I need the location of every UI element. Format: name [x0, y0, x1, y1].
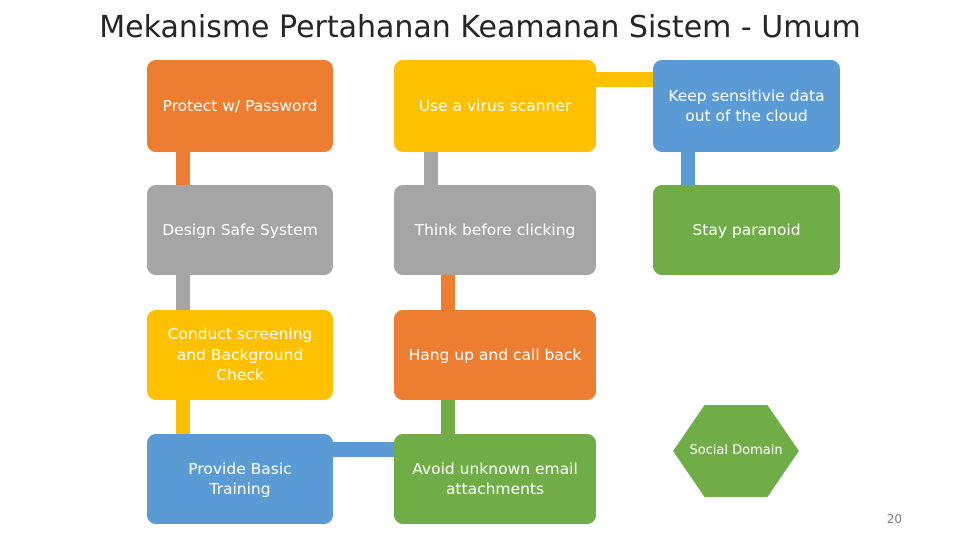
flowchart-node-label: Think before clicking	[414, 220, 576, 239]
flowchart-node-label: Design Safe System	[162, 220, 318, 239]
hexagon-label: Social Domain	[689, 442, 783, 458]
connector-v-r1c3-r2c3	[681, 152, 695, 185]
connector-v-r2c2-r3c2	[441, 275, 455, 310]
connector-h-r4c1-r4c2	[333, 442, 394, 457]
flowchart-node-label: Conduct screening and Background Check	[167, 325, 313, 385]
flowchart-node-r1c1[interactable]: Protect w/ Password	[147, 60, 333, 152]
slide-page-number: 20	[886, 512, 902, 526]
slide-canvas: Mekanisme Pertahanan Keamanan Sistem - U…	[0, 0, 960, 540]
flowchart-node-r1c3[interactable]: Keep sensitivie data out of the cloud	[653, 60, 840, 152]
connector-v-r2c1-r3c1	[176, 275, 190, 310]
connector-h-r1c2-r1c3	[596, 72, 653, 87]
connector-v-r1c2-r2c2	[424, 152, 438, 185]
flowchart-node-r2c1[interactable]: Design Safe System	[147, 185, 333, 275]
flowchart-node-label: Keep sensitivie data out of the cloud	[668, 86, 825, 125]
flowchart-node-label: Avoid unknown email attachments	[412, 459, 578, 498]
flowchart-node-r2c3[interactable]: Stay paranoid	[653, 185, 840, 275]
flowchart-node-r2c2[interactable]: Think before clicking	[394, 185, 596, 275]
connector-v-r3c2-r4c2	[441, 400, 455, 434]
flowchart-node-label: Hang up and call back	[408, 345, 582, 364]
flowchart-node-r4c2[interactable]: Avoid unknown email attachments	[394, 434, 596, 524]
flowchart-node-r3c2[interactable]: Hang up and call back	[394, 310, 596, 400]
flowchart-node-label: Protect w/ Password	[162, 96, 318, 115]
flowchart-node-r3c1[interactable]: Conduct screening and Background Check	[147, 310, 333, 400]
flowchart-node-label: Provide Basic Training	[188, 459, 292, 498]
connector-v-r1c1-r2c1	[176, 152, 190, 185]
flowchart-node-label: Stay paranoid	[692, 220, 801, 239]
flowchart-node-r1c2[interactable]: Use a virus scanner	[394, 60, 596, 152]
flowchart-node-label: Use a virus scanner	[418, 96, 572, 115]
page-title: Mekanisme Pertahanan Keamanan Sistem - U…	[99, 10, 861, 45]
hexagon-social-domain[interactable]: Social Domain	[673, 405, 799, 497]
connector-v-r3c1-r4c1	[176, 400, 190, 434]
flowchart-node-r4c1[interactable]: Provide Basic Training	[147, 434, 333, 524]
